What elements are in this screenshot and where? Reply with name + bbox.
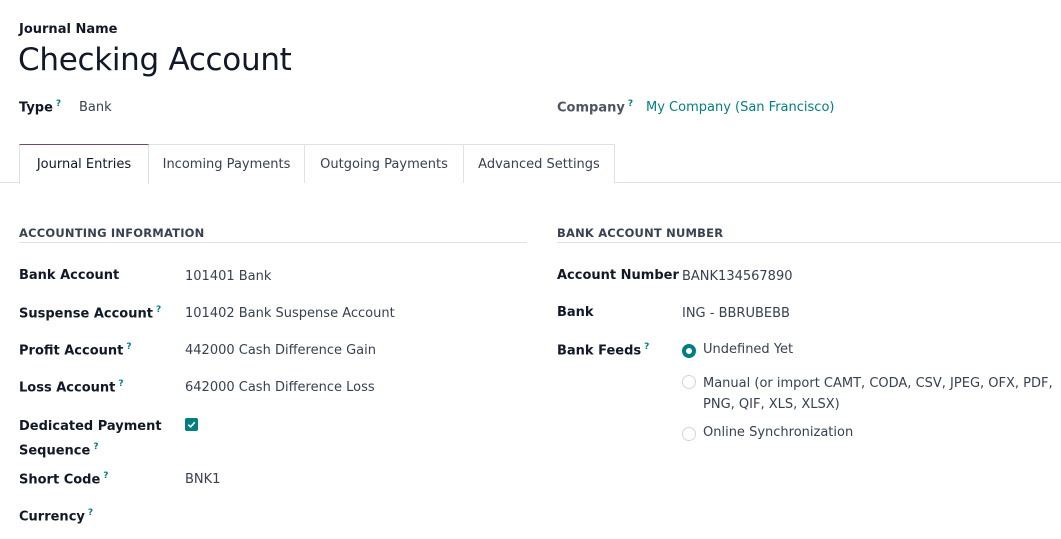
tab-incoming-payments[interactable]: Incoming Payments	[148, 144, 305, 183]
account-number-field[interactable]: BANK134567890	[682, 269, 793, 284]
help-icon[interactable]: ?	[156, 305, 161, 315]
tab-outgoing-payments[interactable]: Outgoing Payments	[304, 144, 464, 183]
radio-label-undefined-yet[interactable]: Undefined Yet	[703, 342, 793, 357]
currency-label-text: Currency	[19, 509, 85, 525]
help-icon[interactable]: ?	[103, 471, 108, 481]
dedicated-payment-sequence-label-line1: Dedicated Payment	[19, 419, 162, 434]
help-icon[interactable]: ?	[88, 508, 93, 518]
profit-account-label-text: Profit Account	[19, 343, 124, 359]
profit-account-label: Profit Account?	[19, 342, 132, 358]
help-icon[interactable]: ?	[118, 379, 123, 389]
loss-account-label-text: Loss Account	[19, 380, 116, 396]
bank-label: Bank	[557, 305, 594, 320]
short-code-field[interactable]: BNK1	[185, 472, 220, 487]
bank-feeds-label-text: Bank Feeds	[557, 343, 642, 359]
company-label-text: Company	[557, 100, 625, 116]
help-icon[interactable]: ?	[93, 442, 98, 452]
radio-manual[interactable]	[682, 375, 696, 389]
bank-section-divider	[557, 242, 1061, 243]
suspense-account-label: Suspense Account?	[19, 305, 161, 321]
suspense-account-field[interactable]: 101402 Bank Suspense Account	[185, 306, 395, 321]
bank-account-label: Bank Account	[19, 268, 120, 283]
accounting-information-title: ACCOUNTING INFORMATION	[19, 226, 205, 240]
type-label-text: Type	[19, 100, 53, 116]
radio-label-manual[interactable]: Manual (or import CAMT, CODA, CSV, JPEG,…	[703, 373, 1053, 415]
radio-online-synchronization[interactable]	[682, 427, 696, 441]
radio-label-manual-line2: PNG, QIF, XLS, XLSX)	[703, 397, 840, 412]
tab-advanced-settings[interactable]: Advanced Settings	[463, 144, 615, 183]
type-label: Type?	[19, 99, 61, 115]
account-number-label: Account Number	[557, 268, 679, 283]
dedicated-payment-sequence-label-line2: Sequence	[19, 443, 91, 459]
bank-account-number-title: BANK ACCOUNT NUMBER	[557, 226, 724, 240]
journal-name-field[interactable]: Checking Account	[18, 42, 292, 78]
bank-feeds-label: Bank Feeds?	[557, 342, 649, 358]
bank-account-field[interactable]: 101401 Bank	[185, 269, 271, 284]
currency-field[interactable]	[185, 509, 485, 527]
journal-name-label: Journal Name	[19, 22, 118, 37]
currency-label: Currency?	[19, 508, 93, 524]
help-icon[interactable]: ?	[628, 99, 633, 109]
radio-label-online-synchronization[interactable]: Online Synchronization	[703, 425, 853, 440]
type-value[interactable]: Bank	[79, 100, 112, 115]
radio-label-manual-line1: Manual (or import CAMT, CODA, CSV, JPEG,…	[703, 376, 1053, 391]
profit-account-field[interactable]: 442000 Cash Difference Gain	[185, 343, 376, 358]
short-code-label: Short Code?	[19, 471, 109, 487]
suspense-account-label-text: Suspense Account	[19, 306, 153, 322]
accounting-section-divider	[19, 242, 527, 243]
help-icon[interactable]: ?	[126, 342, 131, 352]
company-label: Company?	[557, 99, 633, 115]
bank-field[interactable]: ING - BBRUBEBB	[682, 306, 790, 321]
loss-account-field[interactable]: 642000 Cash Difference Loss	[185, 380, 375, 395]
tab-journal-entries[interactable]: Journal Entries	[19, 144, 149, 184]
dedicated-payment-sequence-checkbox[interactable]	[185, 418, 198, 431]
loss-account-label: Loss Account?	[19, 379, 124, 395]
dedicated-payment-sequence-label: Dedicated Payment Sequence?	[19, 416, 162, 461]
checkmark-icon	[187, 421, 196, 428]
short-code-label-text: Short Code	[19, 472, 101, 488]
help-icon[interactable]: ?	[644, 342, 649, 352]
company-link[interactable]: My Company (San Francisco)	[646, 100, 834, 115]
help-icon[interactable]: ?	[56, 99, 61, 109]
radio-undefined-yet[interactable]	[682, 344, 696, 358]
